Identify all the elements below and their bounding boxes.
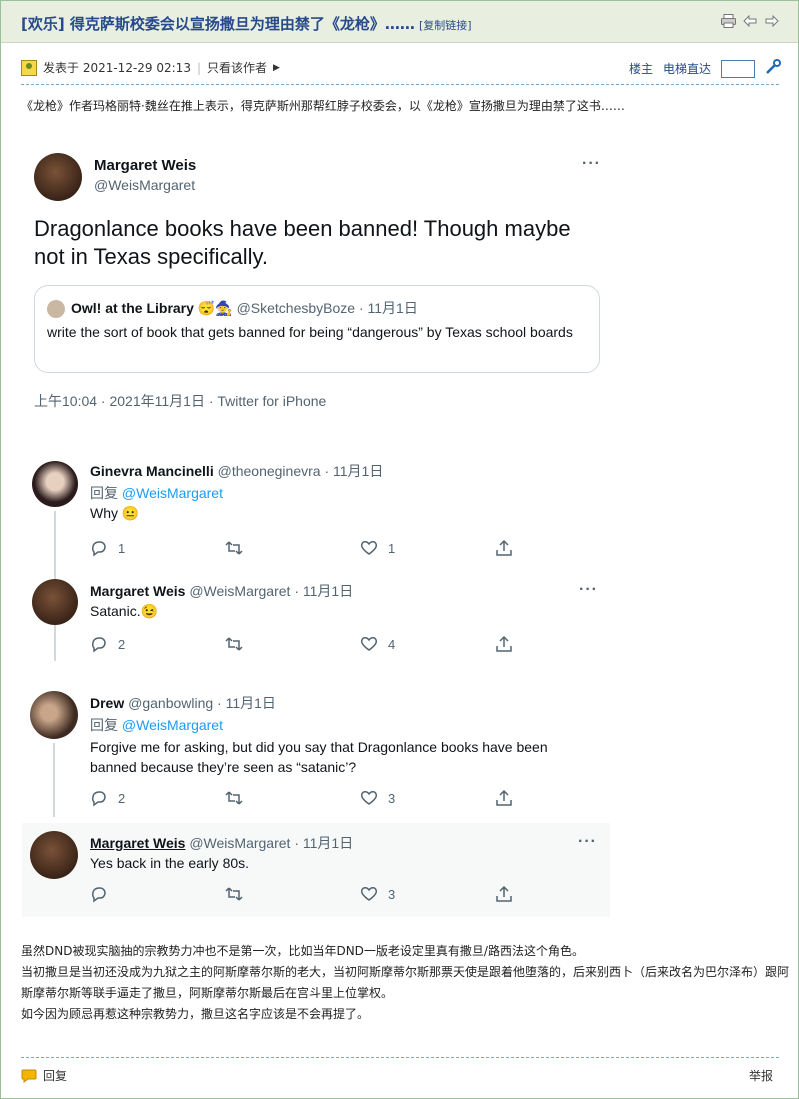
body-paragraph: 如今因为顾忌再惹这种宗教势力，撒旦这名字应该是不会再提了。	[21, 1007, 370, 1021]
tweet-text: Dragonlance books have been banned! Thou…	[34, 216, 571, 269]
post-footer: 回复 举报	[21, 1067, 781, 1086]
post-meta: 发表于 2021-12-29 02:13 | 只看该作者 ▶ 楼主 电梯直达	[21, 59, 781, 81]
share-icon[interactable]	[495, 635, 513, 653]
reply-text: Yes back in the early 80s.	[90, 855, 250, 871]
avatar	[47, 300, 65, 318]
reply-text: Satanic.	[90, 603, 141, 619]
reply-card: Drew @ganbowling · 11月1日 回复 @WeisMargare…	[22, 687, 610, 917]
intro-text: 《龙枪》作者玛格丽特·魏丝在推上表示，得克萨斯州那帮红脖子校委会，以《龙枪》宣扬…	[21, 99, 625, 113]
more-icon[interactable]: ···	[582, 155, 601, 173]
quoted-author-handle: @SketchesbyBoze · 11月1日	[236, 300, 418, 316]
tweet-timestamp: 上午10:04 · 2021年11月1日 · Twitter for iPhon…	[34, 393, 327, 409]
floor-jump-input[interactable]	[721, 59, 755, 78]
thread-title-text: [欢乐] 得克萨斯校委会以宣扬撒旦为理由禁了《龙枪》……	[21, 15, 415, 33]
meta-separator: |	[196, 60, 201, 75]
like-icon[interactable]	[360, 885, 378, 903]
retweet-icon[interactable]	[225, 539, 243, 557]
meta-divider	[21, 84, 779, 85]
more-icon[interactable]: ···	[579, 581, 598, 599]
like-count: 3	[388, 790, 396, 806]
reply-to-label: 回复	[90, 485, 118, 501]
online-status-icon	[21, 59, 37, 76]
report-link[interactable]: 举报	[749, 1067, 773, 1084]
share-icon[interactable]	[495, 539, 513, 557]
reply-icon[interactable]	[90, 789, 108, 807]
tweet-actions: 2 3	[90, 789, 630, 807]
neutral-face-emoji-icon: 😐	[121, 505, 140, 521]
footer-divider	[21, 1057, 779, 1058]
reply-to-label: 回复	[90, 717, 118, 733]
reply-count: 1	[118, 540, 126, 556]
quoted-tweet[interactable]: Owl! at the Library 😴🧙 @SketchesbyBoze ·…	[34, 285, 600, 373]
share-icon[interactable]	[495, 789, 513, 807]
reply-button[interactable]: 回复	[21, 1067, 67, 1084]
tweet-actions: 3	[90, 885, 630, 903]
floor-label: 楼主	[628, 62, 653, 76]
avatar[interactable]	[32, 461, 78, 507]
author-handle[interactable]: @WeisMargaret	[94, 177, 195, 193]
highlighted-reply: Margaret Weis @WeisMargaret · 11月1日 ··· …	[22, 823, 610, 917]
reply-count: 2	[118, 790, 126, 806]
thread-title-bar: [欢乐] 得克萨斯校委会以宣扬撒旦为理由禁了《龙枪》…… [复制链接]	[1, 1, 798, 43]
author-name[interactable]: Drew	[90, 695, 124, 711]
emoji-icon: 😴🧙	[197, 300, 233, 316]
reply-text: Forgive me for asking, but did you say t…	[90, 739, 548, 775]
quoted-text: write the sort of book that gets banned …	[47, 324, 573, 340]
reply-to-handle[interactable]: @WeisMargaret	[122, 485, 223, 501]
jump-label: 电梯直达	[662, 62, 711, 76]
author-name[interactable]: Margaret Weis	[94, 157, 196, 174]
avatar[interactable]	[34, 153, 82, 201]
thread-line	[53, 743, 55, 817]
like-icon[interactable]	[360, 789, 378, 807]
author-handle: @WeisMargaret · 11月1日	[189, 583, 354, 599]
quoted-author-name: Owl! at the Library	[71, 300, 194, 316]
arrow-right-icon: ▶	[273, 62, 280, 73]
like-icon[interactable]	[360, 539, 378, 557]
copy-link[interactable]: [复制链接]	[419, 19, 472, 32]
like-count: 3	[388, 886, 396, 902]
author-name[interactable]: Margaret Weis	[90, 835, 185, 851]
like-count: 4	[388, 636, 396, 652]
only-author-link[interactable]: 只看该作者	[207, 59, 267, 76]
reply-label: 回复	[43, 1069, 68, 1083]
print-icon[interactable]	[720, 13, 736, 29]
author-handle: @ganbowling · 11月1日	[128, 695, 276, 711]
like-icon[interactable]	[360, 635, 378, 653]
previous-thread-icon[interactable]	[742, 13, 758, 29]
reply-to-handle[interactable]: @WeisMargaret	[122, 717, 223, 733]
post-date: 发表于 2021-12-29 02:13	[43, 61, 191, 75]
forum-post: [欢乐] 得克萨斯校委会以宣扬撒旦为理由禁了《龙枪》…… [复制链接] 发表于 2…	[0, 0, 799, 1099]
retweet-icon[interactable]	[225, 789, 243, 807]
author-handle: @WeisMargaret · 11月1日	[189, 835, 354, 851]
post-body: 虽然DND被现实脑抽的宗教势力冲也不是第一次，比如当年DND一版老设定里真有撒旦…	[21, 941, 791, 1025]
speech-bubble-icon	[21, 1069, 37, 1083]
tweet-card: Margaret Weis @WeisMargaret ··· Dragonla…	[22, 137, 601, 439]
reply-icon[interactable]	[90, 885, 108, 903]
reply-text: Why	[90, 505, 118, 521]
reply-icon[interactable]	[90, 635, 108, 653]
next-thread-icon[interactable]	[764, 13, 780, 29]
wrench-icon[interactable]	[765, 59, 781, 78]
tweet-actions: 2 4	[90, 635, 630, 653]
reply-count: 2	[118, 636, 126, 652]
reply-card: Ginevra Mancinelli @theoneginevra · 11月1…	[22, 461, 599, 666]
body-paragraph: 虽然DND被现实脑抽的宗教势力冲也不是第一次，比如当年DND一版老设定里真有撒旦…	[21, 944, 584, 958]
avatar[interactable]	[30, 691, 78, 739]
author-name[interactable]: Ginevra Mancinelli	[90, 463, 214, 479]
like-count: 1	[388, 540, 396, 556]
thread-title: [欢乐] 得克萨斯校委会以宣扬撒旦为理由禁了《龙枪》…… [复制链接]	[21, 13, 472, 34]
wink-emoji-icon: 😉	[140, 603, 159, 619]
more-icon[interactable]: ···	[578, 833, 597, 851]
reply-icon[interactable]	[90, 539, 108, 557]
share-icon[interactable]	[495, 885, 513, 903]
avatar[interactable]	[30, 831, 78, 879]
body-paragraph: 当初撒旦是当初还没成为九狱之主的阿斯摩蒂尔斯的老大，当初阿斯摩蒂尔斯那票天使是跟…	[21, 965, 790, 1000]
retweet-icon[interactable]	[225, 635, 243, 653]
avatar[interactable]	[32, 579, 78, 625]
author-name[interactable]: Margaret Weis	[90, 583, 185, 599]
retweet-icon[interactable]	[225, 885, 243, 903]
tweet-actions: 1 1	[90, 539, 630, 557]
author-handle: @theoneginevra · 11月1日	[217, 463, 384, 479]
